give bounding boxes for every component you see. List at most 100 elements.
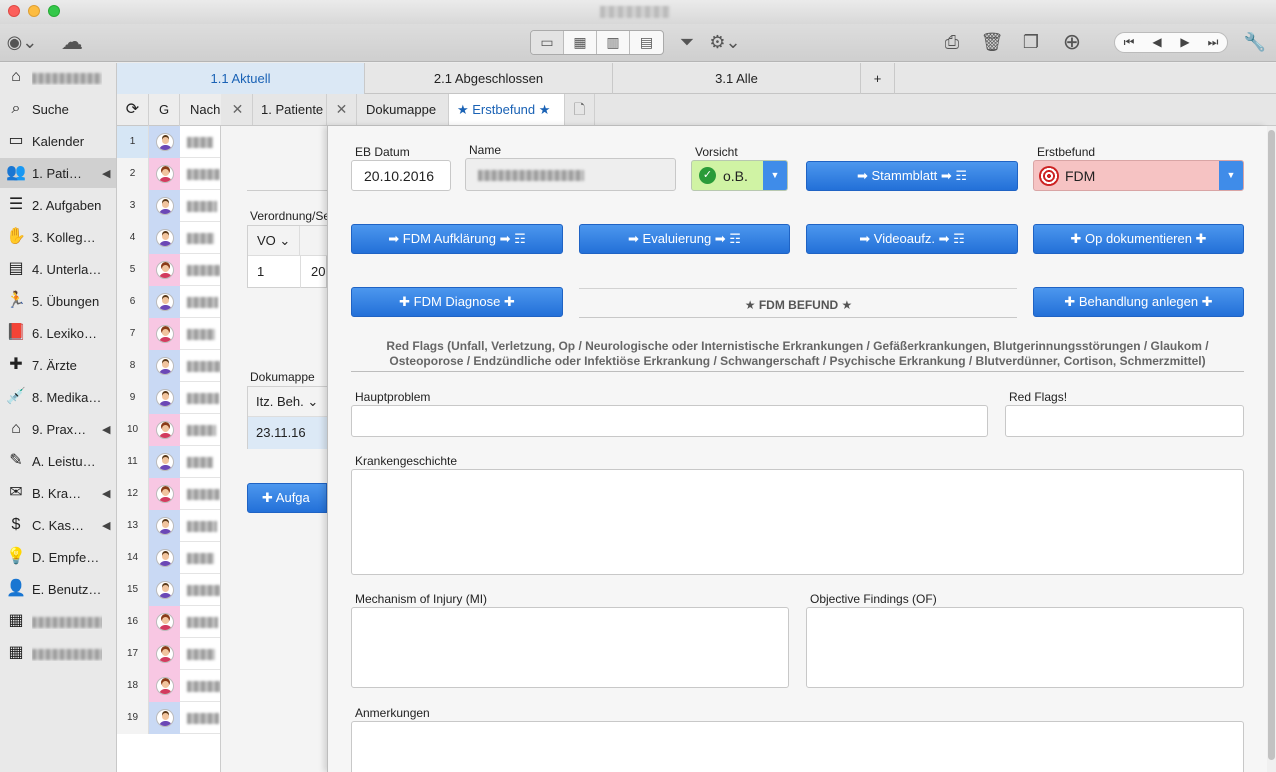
zoom-window-button[interactable] xyxy=(48,5,60,17)
vorsicht-select[interactable]: ✓ o.B. ▼ xyxy=(691,160,788,191)
sidebar-item[interactable]: $ C. Kas… ◀ xyxy=(0,510,116,540)
sidebar-item[interactable]: ☰ 2. Aufgaben xyxy=(0,190,116,220)
evaluierung-button[interactable]: ➡ Evaluierung ➡ ☶ xyxy=(579,224,790,254)
sidebar-item[interactable]: ▤ 4. Unterlagen xyxy=(0,254,116,284)
row-number: 11 xyxy=(117,446,149,478)
add-record-icon[interactable]: ⊕ xyxy=(1058,30,1086,54)
add-tab-button[interactable]: + xyxy=(861,63,895,94)
duplicate-icon[interactable]: ❐ xyxy=(1018,30,1044,54)
tab-abgeschlossen[interactable]: 2.1 Abgeschlossen xyxy=(365,63,613,94)
refresh-icon[interactable]: ⟳ xyxy=(117,94,149,126)
tab-alle[interactable]: 3.1 Alle xyxy=(613,63,861,94)
sidebar-item[interactable]: 🏃 5. Übungen xyxy=(0,286,116,316)
close-tab-icon[interactable]: ✕ xyxy=(327,94,357,125)
krankengeschichte-field[interactable] xyxy=(351,469,1244,575)
table-row[interactable]: 10 xyxy=(117,414,220,446)
cloud-icon[interactable]: ☁ xyxy=(56,30,88,54)
sidebar-item[interactable]: 💡 D. Empfehl… xyxy=(0,542,116,572)
column-header-name[interactable]: Nach xyxy=(180,94,221,126)
previous-record-icon[interactable]: ◀ xyxy=(1143,33,1171,52)
table-row[interactable]: 18 xyxy=(117,670,220,702)
table-row[interactable]: 7 xyxy=(117,318,220,350)
sidebar-item[interactable]: ⌂ xyxy=(0,62,116,92)
anmerkungen-field[interactable] xyxy=(351,721,1244,772)
table-row[interactable]: 15 xyxy=(117,574,220,606)
add-task-button[interactable]: ✚ Aufga xyxy=(247,483,327,513)
view-menu-icon[interactable]: ◉⌄ xyxy=(6,30,38,54)
table-row[interactable]: 1 xyxy=(117,126,220,158)
table-row[interactable]: 5 xyxy=(117,254,220,286)
sidebar-item[interactable]: ▦ xyxy=(0,606,116,636)
form-scrollbar-thumb[interactable] xyxy=(1268,130,1275,760)
table-row[interactable]: 13 xyxy=(117,510,220,542)
new-document-icon[interactable]: 🗋 xyxy=(565,94,595,125)
table-row[interactable]: 19 xyxy=(117,702,220,734)
name-field[interactable] xyxy=(465,158,676,191)
sidebar-item[interactable]: ✉ B. Kra… ◀ xyxy=(0,478,116,508)
first-record-icon[interactable]: ⏮ xyxy=(1115,33,1143,52)
close-window-button[interactable] xyxy=(8,5,20,17)
sidebar-item[interactable]: ▦ xyxy=(0,638,116,668)
gear-icon[interactable]: ⚙⌄ xyxy=(708,30,742,54)
table-row[interactable]: 3 xyxy=(117,190,220,222)
tab-dokumappe[interactable]: Dokumappe xyxy=(358,94,449,125)
table-row[interactable]: 17 xyxy=(117,638,220,670)
tab-erstbefund[interactable]: ★ Erstbefund ★ xyxy=(449,94,565,125)
next-record-icon[interactable]: ▶ xyxy=(1171,33,1199,52)
table-row[interactable]: 12 xyxy=(117,478,220,510)
table-row[interactable]: 6 xyxy=(117,286,220,318)
objective-findings-field[interactable] xyxy=(806,607,1244,688)
wrench-icon[interactable]: 🔧 xyxy=(1242,30,1268,54)
filter-icon[interactable]: ⏷ xyxy=(674,30,700,54)
erstbefund-select[interactable]: FDM ▼ xyxy=(1033,160,1244,191)
chevron-down-icon[interactable]: ▼ xyxy=(1219,161,1243,190)
sidebar-item[interactable]: ▭ Kalender xyxy=(0,126,116,156)
red-flags-field[interactable] xyxy=(1005,405,1244,437)
table-view-icon[interactable]: ▦ xyxy=(564,31,597,54)
form-view-icon[interactable]: ▭ xyxy=(531,31,564,54)
mechanism-of-injury-field[interactable] xyxy=(351,607,789,688)
last-record-icon[interactable]: ⏭ xyxy=(1199,33,1227,52)
fdm-aufklaerung-button[interactable]: ➡ FDM Aufklärung ➡ ☶ xyxy=(351,224,563,254)
videoaufz-button[interactable]: ➡ Videoaufz. ➡ ☶ xyxy=(806,224,1018,254)
sidebar-item[interactable]: ✋ 3. Kollegen… xyxy=(0,222,116,252)
sidebar-item[interactable]: ⌂ 9. Prax… ◀ xyxy=(0,414,116,444)
sidebar-item[interactable]: 📕 6. Lexikon … xyxy=(0,318,116,348)
vo-date-cell[interactable]: 20 xyxy=(311,264,325,279)
sidebar-item[interactable]: ⌕ Suche xyxy=(0,94,116,124)
tab-patient[interactable]: 1. Patiente xyxy=(253,94,327,125)
eb-datum-field[interactable]: 20.10.2016 xyxy=(351,160,451,191)
print-icon[interactable]: ⎙ xyxy=(938,30,966,54)
sidebar-item[interactable]: 👤 E. Benutze… xyxy=(0,574,116,604)
chart-view-icon[interactable]: ▥ xyxy=(597,31,630,54)
blurred-label xyxy=(32,72,102,84)
sidebar-item[interactable]: ✎ A. Leistun… xyxy=(0,446,116,476)
sidebar-item[interactable]: ✚ 7. Ärzte xyxy=(0,350,116,380)
vo-cell[interactable]: 1 xyxy=(257,264,264,279)
column-header-gender[interactable]: G xyxy=(149,94,180,126)
table-row[interactable]: 16 xyxy=(117,606,220,638)
table-row[interactable]: 2 xyxy=(117,158,220,190)
table-row[interactable]: 8 xyxy=(117,350,220,382)
fdm-diagnose-button[interactable]: ✚ FDM Diagnose ✚ xyxy=(351,287,563,317)
table-row[interactable]: 4 xyxy=(117,222,220,254)
close-tab-icon[interactable]: ✕ xyxy=(223,94,253,125)
chevron-down-icon[interactable]: ▼ xyxy=(763,161,787,190)
minimize-window-button[interactable] xyxy=(28,5,40,17)
column-header-vo[interactable]: VO ⌄ xyxy=(248,226,300,256)
hauptproblem-field[interactable] xyxy=(351,405,988,437)
table-row[interactable]: 11 xyxy=(117,446,220,478)
stammblatt-button[interactable]: ➡ Stammblatt ➡ ☶ xyxy=(806,161,1018,191)
tab-aktuell[interactable]: 1.1 Aktuell xyxy=(117,63,365,94)
print-layout-icon[interactable]: ▤ xyxy=(630,31,663,54)
table-row[interactable]: 14 xyxy=(117,542,220,574)
behandlung-anlegen-button[interactable]: ✚ Behandlung anlegen ✚ xyxy=(1033,287,1244,317)
sidebar-item[interactable]: 💉 8. Medika… xyxy=(0,382,116,412)
verordnung-label: Verordnung/Se xyxy=(250,209,331,223)
sidebar-item[interactable]: 👥 1. Pati… ◀ xyxy=(0,158,116,188)
column-header-itz-beh[interactable]: Itz. Beh. ⌄ xyxy=(248,387,328,417)
table-row[interactable]: 9 xyxy=(117,382,220,414)
op-dokumentieren-button[interactable]: ✚ Op dokumentieren ✚ xyxy=(1033,224,1244,254)
itz-date-cell[interactable]: 23.11.16 xyxy=(248,417,328,449)
trash-icon[interactable]: 🗑 xyxy=(980,30,1004,54)
